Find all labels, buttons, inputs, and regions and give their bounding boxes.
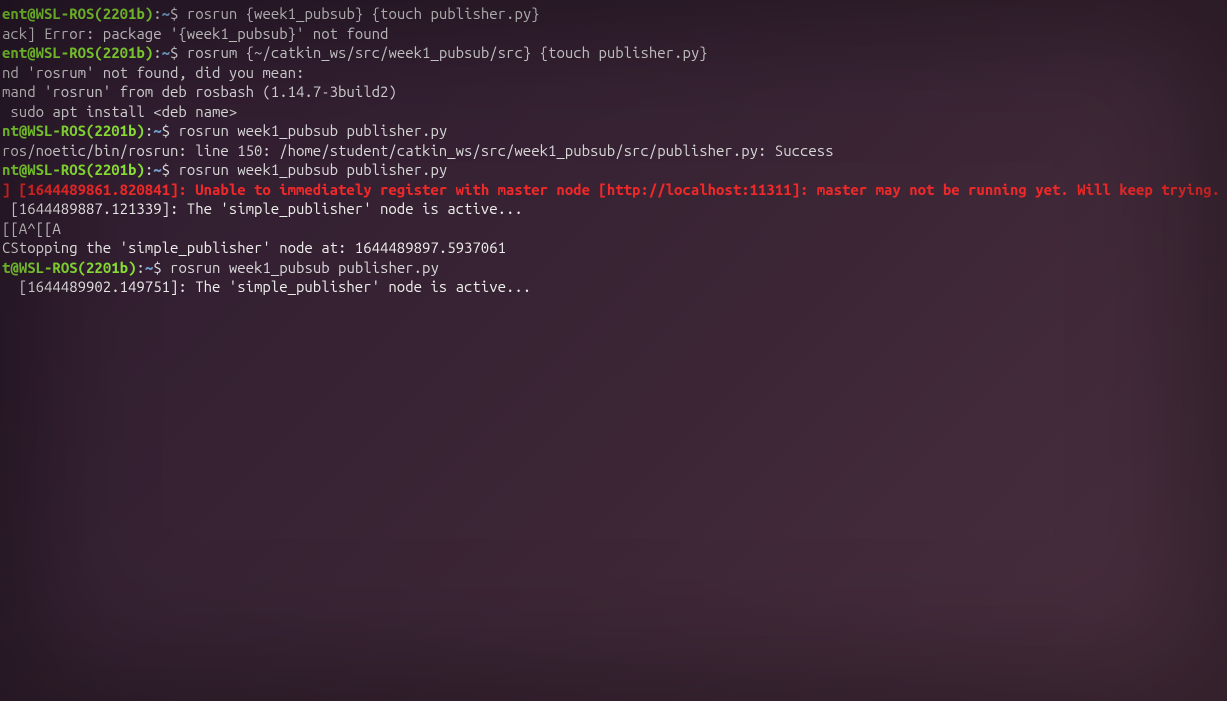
terminal-line: t@WSL-ROS(2201b):~$ rosrun week1_pubsub … <box>0 258 1227 278</box>
terminal-line: ent@WSL-ROS(2201b):~$ rosrun {week1_pubs… <box>0 4 1227 24</box>
prompt-user: nt <box>2 161 19 178</box>
prompt-at: @ <box>19 122 27 139</box>
terminal-line: ent@WSL-ROS(2201b):~$ rosrum {~/catkin_w… <box>0 43 1227 63</box>
prompt-path: ~ <box>162 44 170 61</box>
prompt-dollar: $ <box>153 259 170 276</box>
terminal-line: nt@WSL-ROS(2201b):~$ rosrun week1_pubsub… <box>0 121 1227 141</box>
terminal-line: [1644489887.121339]: The 'simple_publish… <box>0 199 1227 219</box>
prompt-dollar: $ <box>162 122 179 139</box>
prompt-user: ent <box>2 5 27 22</box>
prompt-dollar: $ <box>170 44 187 61</box>
prompt-at: @ <box>19 161 27 178</box>
command-text: rosrun {week1_pubsub} {touch publisher.p… <box>187 5 540 22</box>
prompt-colon: : <box>153 5 161 22</box>
prompt-host: WSL-ROS(2201b) <box>36 5 154 22</box>
terminal-line-warning: ] [1644489861.820841]: Unable to immedia… <box>0 180 1227 200</box>
prompt-path: ~ <box>153 161 161 178</box>
prompt-dollar: $ <box>162 161 179 178</box>
prompt-at: @ <box>27 5 35 22</box>
command-text: rosrun week1_pubsub publisher.py <box>178 161 447 178</box>
terminal-line: mand 'rosrun' from deb rosbash (1.14.7-3… <box>0 82 1227 102</box>
prompt-colon: : <box>153 44 161 61</box>
prompt-at: @ <box>10 259 18 276</box>
terminal-line: sudo apt install <deb name> <box>0 102 1227 122</box>
command-text: rosrun week1_pubsub publisher.py <box>178 122 447 139</box>
prompt-host: WSL-ROS(2201b) <box>36 44 154 61</box>
terminal-line: ros/noetic/bin/rosrun: line 150: /home/s… <box>0 141 1227 161</box>
prompt-dollar: $ <box>170 5 187 22</box>
prompt-colon: : <box>136 259 144 276</box>
command-text: rosrum {~/catkin_ws/src/week1_pubsub/src… <box>187 44 708 61</box>
prompt-colon: : <box>145 161 153 178</box>
command-text: rosrun week1_pubsub publisher.py <box>170 259 439 276</box>
prompt-at: @ <box>27 44 35 61</box>
terminal-line: CStopping the 'simple_publisher' node at… <box>0 238 1227 258</box>
prompt-host: WSL-ROS(2201b) <box>27 122 145 139</box>
prompt-path: ~ <box>145 259 153 276</box>
terminal-line: [1644489902.149751]: The 'simple_publish… <box>0 277 1227 297</box>
warn-message: Unable to immediately register with mast… <box>187 181 1220 198</box>
prompt-host: WSL-ROS(2201b) <box>19 259 137 276</box>
prompt-user: ent <box>2 44 27 61</box>
prompt-host: WSL-ROS(2201b) <box>27 161 145 178</box>
terminal-output[interactable]: ent@WSL-ROS(2201b):~$ rosrun {week1_pubs… <box>0 4 1227 297</box>
prompt-colon: : <box>145 122 153 139</box>
warn-timestamp: ] [1644489861.820841]: <box>2 181 187 198</box>
prompt-path: ~ <box>162 5 170 22</box>
terminal-line: ack] Error: package '{week1_pubsub}' not… <box>0 24 1227 44</box>
terminal-line: nd 'rosrum' not found, did you mean: <box>0 63 1227 83</box>
prompt-path: ~ <box>153 122 161 139</box>
terminal-line: nt@WSL-ROS(2201b):~$ rosrun week1_pubsub… <box>0 160 1227 180</box>
prompt-user: nt <box>2 122 19 139</box>
terminal-line: [[A^[[A <box>0 219 1227 239</box>
